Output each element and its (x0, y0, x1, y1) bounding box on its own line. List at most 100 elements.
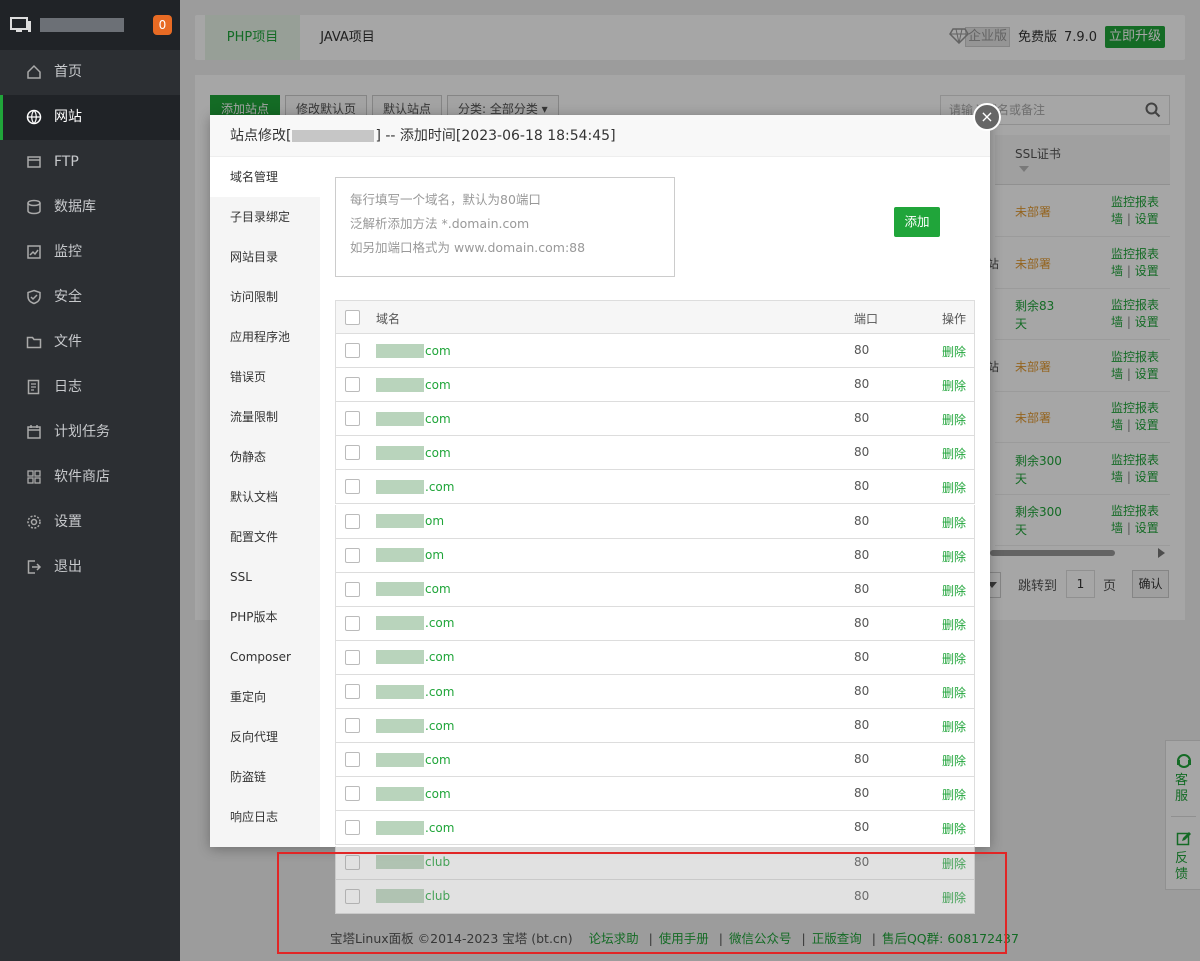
domain-link[interactable]: .com (376, 684, 454, 700)
row-checkbox[interactable] (345, 343, 360, 358)
domain-link[interactable]: om (376, 548, 444, 564)
notification-badge[interactable]: 0 (153, 15, 172, 35)
sidebar-item-7[interactable]: 日志 (0, 365, 180, 410)
domain-port: 80 (854, 786, 870, 801)
row-checkbox[interactable] (345, 411, 360, 427)
domain-link[interactable]: .com (376, 820, 454, 836)
sidebar-item-9[interactable]: 软件商店 (0, 455, 180, 500)
domain-row: .com 80 删除 (335, 470, 975, 505)
domain-link[interactable]: com (376, 445, 451, 461)
site-name (292, 130, 375, 142)
domain-redacted (376, 445, 424, 460)
dialog-menu-item[interactable]: 伪静态 (210, 437, 320, 477)
sidebar-item-8[interactable]: 计划任务 (0, 410, 180, 455)
domain-link[interactable]: om (376, 514, 444, 530)
delete-domain-link[interactable]: 删除 (942, 616, 966, 633)
shield-icon (27, 289, 41, 305)
dialog-menu-item[interactable]: 应用程序池 (210, 317, 320, 357)
domain-textarea[interactable]: 每行填写一个域名，默认为80端口 泛解析添加方法 *.domain.com 如另… (335, 177, 675, 277)
sidebar-item-5[interactable]: 安全 (0, 275, 180, 320)
sidebar-item-label: FTP (54, 154, 79, 170)
domain-suffix: com (425, 445, 451, 460)
sidebar-item-1[interactable]: 网站 (0, 95, 180, 140)
row-checkbox[interactable] (345, 581, 360, 597)
row-checkbox[interactable] (345, 547, 360, 563)
sidebar-item-11[interactable]: 退出 (0, 545, 180, 590)
sidebar-item-4[interactable]: 监控 (0, 230, 180, 275)
dialog-menu-item[interactable]: 错误页 (210, 357, 320, 397)
dialog-menu-item[interactable]: 网站目录 (210, 237, 320, 277)
delete-domain-link[interactable]: 删除 (942, 650, 966, 667)
highlight-box (277, 852, 1007, 954)
delete-domain-link[interactable]: 删除 (942, 343, 966, 360)
grid-icon (27, 470, 41, 484)
sidebar-item-10[interactable]: 设置 (0, 500, 180, 545)
dialog-menu-item[interactable]: SSL (210, 557, 320, 597)
domain-link[interactable]: .com (376, 479, 454, 495)
dialog-menu-item[interactable]: 配置文件 (210, 517, 320, 557)
delete-domain-link[interactable]: 删除 (942, 548, 966, 565)
dialog-menu-item[interactable]: 重定向 (210, 677, 320, 717)
delete-domain-link[interactable]: 删除 (942, 582, 966, 599)
sidebar-item-label: 日志 (54, 379, 82, 395)
row-checkbox[interactable] (345, 445, 360, 461)
delete-domain-link[interactable]: 删除 (942, 718, 966, 735)
delete-domain-link[interactable]: 删除 (942, 411, 966, 428)
dialog-menu-item[interactable]: 访问限制 (210, 277, 320, 317)
row-checkbox[interactable] (345, 718, 360, 734)
sidebar-item-6[interactable]: 文件 (0, 320, 180, 365)
calendar-icon (27, 425, 41, 439)
row-checkbox[interactable] (345, 377, 360, 393)
delete-domain-link[interactable]: 删除 (942, 820, 966, 837)
domain-link[interactable]: .com (376, 650, 454, 666)
row-checkbox[interactable] (345, 684, 360, 699)
domain-link[interactable]: .com (376, 616, 454, 632)
domain-row: com 80 删除 (335, 402, 975, 437)
domain-link[interactable]: com (376, 343, 451, 359)
dialog-menu-item[interactable]: 防盗链 (210, 757, 320, 797)
sidebar-item-2[interactable]: FTP (0, 140, 180, 185)
domain-suffix: .com (425, 718, 455, 733)
sidebar-item-0[interactable]: 首页 (0, 50, 180, 95)
delete-domain-link[interactable]: 删除 (942, 514, 966, 531)
dialog-menu-item[interactable]: PHP版本 (210, 597, 320, 637)
dialog-menu-item[interactable]: 域名管理 (210, 157, 320, 197)
domain-link[interactable]: com (376, 582, 451, 598)
domain-row: com 80 删除 (335, 368, 975, 403)
select-all-checkbox[interactable] (345, 310, 360, 325)
row-checkbox[interactable] (345, 649, 360, 665)
domain-link[interactable]: .com (376, 718, 454, 734)
dialog-menu-item[interactable]: Composer (210, 637, 320, 677)
domain-port: 80 (854, 513, 870, 528)
dialog-menu-item[interactable]: 流量限制 (210, 397, 320, 437)
delete-domain-link[interactable]: 删除 (942, 445, 966, 462)
domain-link[interactable]: com (376, 752, 451, 768)
domain-row: om 80 删除 (335, 504, 975, 539)
row-checkbox[interactable] (345, 615, 360, 631)
row-checkbox[interactable] (345, 479, 360, 495)
domain-redacted (376, 377, 424, 392)
domain-suffix: .com (425, 684, 455, 699)
row-checkbox[interactable] (345, 786, 360, 802)
sidebar-item-3[interactable]: 数据库 (0, 185, 180, 230)
dialog-menu-item[interactable]: 反向代理 (210, 717, 320, 757)
domain-link[interactable]: com (376, 377, 451, 393)
domain-row: com 80 删除 (335, 743, 975, 778)
domain-port: 80 (854, 649, 870, 664)
dialog-menu-item[interactable]: 响应日志 (210, 797, 320, 837)
delete-domain-link[interactable]: 删除 (942, 752, 966, 769)
row-checkbox[interactable] (345, 752, 360, 768)
add-domain-button[interactable]: 添加 (894, 207, 940, 237)
domain-link[interactable]: com (376, 411, 451, 427)
domain-suffix: .com (425, 616, 455, 631)
row-checkbox[interactable] (345, 820, 360, 836)
domain-link[interactable]: com (376, 786, 451, 802)
delete-domain-link[interactable]: 删除 (942, 479, 966, 496)
delete-domain-link[interactable]: 删除 (942, 786, 966, 803)
row-checkbox[interactable] (345, 513, 360, 529)
close-icon[interactable]: × (973, 103, 1001, 131)
delete-domain-link[interactable]: 删除 (942, 684, 966, 701)
dialog-menu-item[interactable]: 子目录绑定 (210, 197, 320, 237)
delete-domain-link[interactable]: 删除 (942, 377, 966, 394)
dialog-menu-item[interactable]: 默认文档 (210, 477, 320, 517)
